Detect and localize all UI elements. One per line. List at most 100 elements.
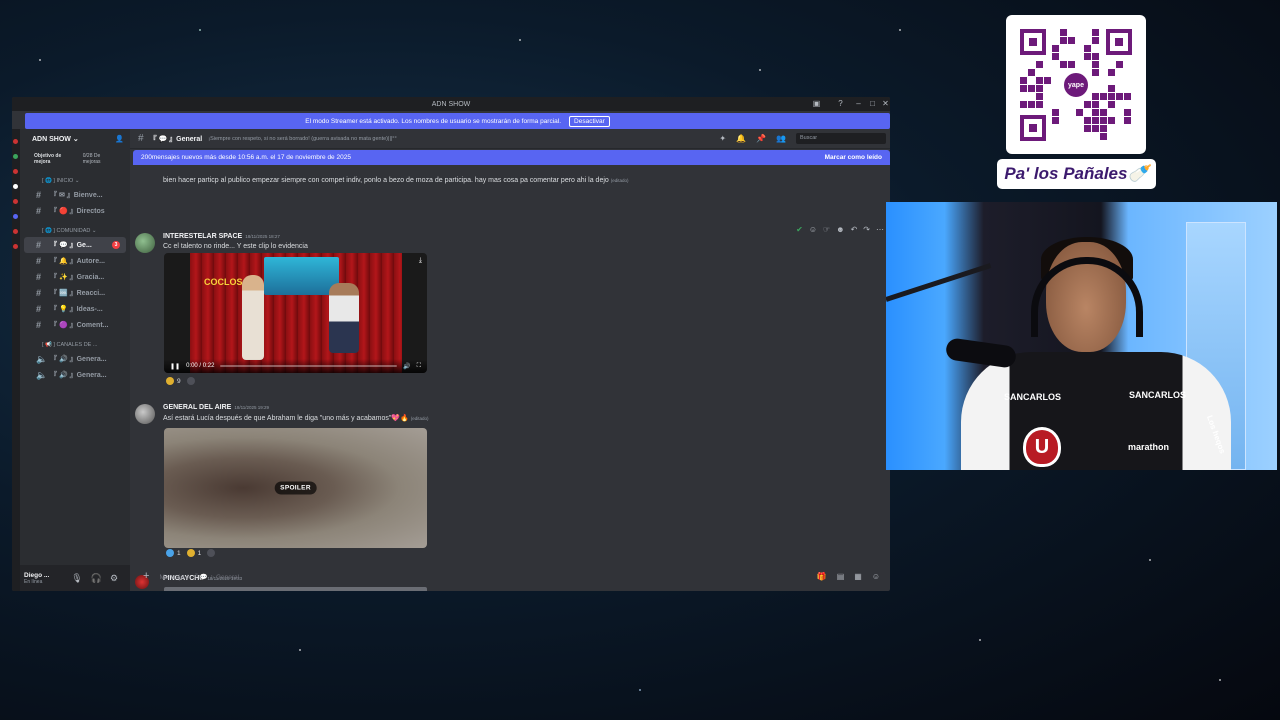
reaction[interactable]: 1: [166, 549, 181, 557]
author-name[interactable]: GENERAL DEL AIRE: [163, 404, 231, 411]
sidebar-item-voice-general-1[interactable]: 🔈 『 🔊 』Genera...: [20, 351, 130, 367]
deactivate-streamer-button[interactable]: Desactivar: [569, 115, 610, 127]
mic-icon[interactable]: 🎙: [71, 573, 82, 584]
hash-icon: #: [138, 133, 144, 144]
video-progress-bar[interactable]: [220, 365, 398, 367]
avatar[interactable]: [135, 233, 155, 253]
inbox-icon[interactable]: ▣: [812, 99, 821, 108]
sidebar-item-gracias[interactable]: # 『 ✨ 』Gracia...: [20, 269, 130, 285]
minimize-icon[interactable]: –: [854, 99, 863, 108]
gift-icon[interactable]: 🎁: [817, 572, 827, 581]
message-input[interactable]: Mensaje # 『 💬 』General: [159, 571, 239, 581]
close-icon[interactable]: ✕: [881, 99, 890, 108]
reaction[interactable]: 1: [186, 549, 201, 557]
sidebar-item-bienvenida[interactable]: # 『 ✉ 』Bienve...: [20, 187, 130, 203]
message-author[interactable]: GENERAL DEL AIRE 18/11/2025 19:29: [163, 404, 269, 411]
video-attachment[interactable]: COCLOS ⤓ ❚❚ 0:00 / 0:22 🔊 ⛶: [164, 253, 427, 373]
new-messages-text: 200mensajes nuevos más desde 10:56 a.m. …: [141, 154, 351, 161]
point-reaction-icon[interactable]: ☞: [823, 225, 830, 234]
channel-name: 『 💬 』General: [149, 135, 203, 143]
more-icon[interactable]: ⋯: [876, 225, 884, 234]
new-messages-bar[interactable]: 200mensajes nuevos más desde 10:56 a.m. …: [133, 150, 890, 165]
category-comunidad[interactable]: [ 🌐 ] COMUNIDAD ⌄: [20, 219, 130, 237]
search-input[interactable]: Buscar: [796, 133, 886, 144]
sidebar-item-directos[interactable]: # 『 🔴 』Directos: [20, 203, 130, 219]
server-icon[interactable]: [13, 229, 18, 234]
hash-icon: #: [36, 288, 42, 298]
sidebar-item-autores[interactable]: # 『 🔔 』Autore...: [20, 253, 130, 269]
mic-arm: [886, 263, 992, 302]
members-icon[interactable]: 👥: [776, 134, 786, 143]
pin-icon[interactable]: 📌: [756, 134, 766, 143]
hash-icon: #: [36, 256, 42, 266]
server-icon[interactable]: [13, 169, 18, 174]
attachment-preview[interactable]: [164, 587, 427, 591]
headphones-icon[interactable]: 🎧: [91, 573, 102, 584]
qr-module: [1028, 101, 1035, 108]
gif-icon[interactable]: ▤: [837, 572, 845, 581]
sticker-icon[interactable]: ▦: [854, 572, 862, 581]
boost-goal[interactable]: Objetivo de mejora 0/28 De mejoras: [20, 149, 130, 169]
emoji-reaction-icon[interactable]: ☺: [809, 225, 817, 234]
pause-icon[interactable]: ❚❚: [170, 363, 180, 370]
bell-icon[interactable]: 🔔: [736, 134, 746, 143]
video-controls: ❚❚ 0:00 / 0:22 🔊 ⛶: [164, 359, 427, 373]
channel-label: 『 🔊 』Genera...: [50, 372, 107, 379]
forward-icon[interactable]: ↷: [863, 225, 870, 234]
shirt-sponsor: marathon: [1128, 442, 1170, 452]
sidebar-item-comentarios[interactable]: # 『 🟣 』Coment...: [20, 317, 130, 333]
qr-module: [1052, 53, 1059, 60]
fullscreen-icon[interactable]: ⛶: [417, 363, 421, 370]
user-info[interactable]: Diego ... En línea: [24, 572, 49, 585]
speaker-icon: 🔈: [36, 369, 48, 380]
add-member-icon[interactable]: 👤: [115, 135, 124, 143]
avatar[interactable]: [135, 404, 155, 424]
team-crest: U: [1023, 427, 1061, 467]
check-reaction-icon[interactable]: ✔: [796, 225, 803, 234]
qr-module: [1092, 37, 1099, 44]
qr-module: [1028, 69, 1035, 76]
server-icon[interactable]: [13, 154, 18, 159]
reply-icon[interactable]: ↶: [851, 225, 858, 234]
category-canales-voz[interactable]: [ 📢 ] CANALES DE ...: [20, 333, 130, 351]
threads-icon[interactable]: ✦: [719, 134, 726, 143]
server-icon[interactable]: [13, 214, 18, 219]
message-author[interactable]: INTERESTELAR SPACE 18/11/2025 18:27: [163, 233, 280, 240]
author-name[interactable]: INTERESTELAR SPACE: [163, 233, 242, 240]
sidebar-item-voice-general-2[interactable]: 🔈 『 🔊 』Genera...: [20, 367, 130, 383]
reaction[interactable]: 9: [166, 377, 181, 385]
qr-module: [1100, 117, 1107, 124]
download-icon[interactable]: ⤓: [419, 257, 422, 265]
qr-module: [1092, 101, 1099, 108]
microphone: [944, 337, 1018, 369]
channel-label: 『 ✨ 』Gracia...: [50, 274, 105, 281]
mark-read-button[interactable]: Marcar como leído: [825, 154, 882, 161]
sidebar-item-ideas[interactable]: # 『 💡 』Ideas-...: [20, 301, 130, 317]
channel-topic[interactable]: ¡Siempre con respeto, si no será borrado…: [208, 136, 396, 142]
video-screen: [264, 257, 339, 295]
spoiler-image[interactable]: SPOILER: [164, 428, 427, 548]
volume-icon[interactable]: 🔊: [403, 363, 410, 370]
add-reaction-icon[interactable]: [186, 377, 195, 385]
sidebar-item-reacciones[interactable]: # 『 🆒 』Reacci...: [20, 285, 130, 301]
add-reaction-icon[interactable]: [207, 549, 216, 557]
hash-icon: #: [36, 304, 42, 314]
server-header[interactable]: ADN SHOW ⌄ 👤: [20, 129, 130, 149]
add-reaction-icon[interactable]: ☻: [836, 225, 844, 234]
category-inicio[interactable]: [ 🌐 ] INICIO ⌄: [20, 169, 130, 187]
server-icon[interactable]: [13, 184, 18, 189]
plus-icon[interactable]: +: [143, 570, 149, 582]
server-icon[interactable]: [13, 139, 18, 144]
server-icon[interactable]: [13, 244, 18, 249]
server-icon[interactable]: [13, 199, 18, 204]
emoji-icon[interactable]: ☺: [872, 572, 880, 581]
message-timestamp: 18/11/2025 18:27: [245, 234, 280, 239]
help-icon[interactable]: ?: [836, 99, 845, 108]
settings-icon[interactable]: ⚙: [110, 573, 118, 584]
sidebar-item-general[interactable]: # 『 💬 』Ge... 3: [24, 237, 126, 253]
qr-module: [1100, 109, 1107, 116]
maximize-icon[interactable]: □: [868, 99, 877, 108]
qr-module: [1100, 133, 1107, 140]
spoiler-tag[interactable]: SPOILER: [274, 481, 317, 495]
message-composer[interactable]: + Mensaje # 『 💬 』General 🎁 ▤ ▦ ☺: [133, 567, 890, 585]
